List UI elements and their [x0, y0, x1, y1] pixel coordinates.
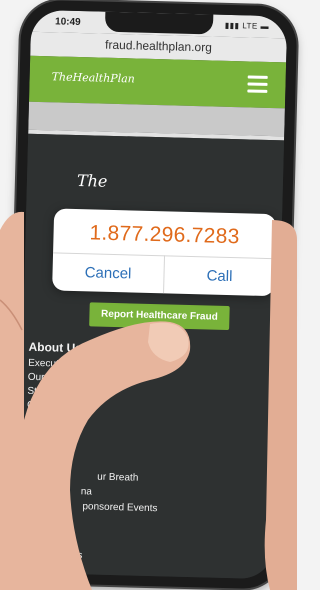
site-header: TheHealthPlan [29, 55, 287, 109]
phone-screen: 10:49 ▮▮▮ LTE ▬ fraud.healthplan.org The… [16, 9, 288, 580]
cancel-button[interactable]: Cancel [52, 253, 164, 293]
hamburger-menu-icon[interactable] [247, 75, 268, 97]
report-fraud-button[interactable]: Report Healthcare Fraud [89, 302, 230, 331]
phone-notch [104, 11, 214, 35]
signal-lte-battery-icon: ▮▮▮ LTE ▬ [225, 21, 269, 31]
footer-link[interactable]: ases [61, 550, 156, 563]
footer-links: About Us Executive Our His Strat Ca [27, 340, 82, 415]
network-label: LTE [242, 21, 258, 31]
footer-links-more: ur Breath na ponsored Events ases [23, 470, 158, 567]
footer-link[interactable]: ponsored Events [82, 501, 157, 514]
battery-icon: ▬ [257, 21, 270, 31]
footer-link[interactable]: na [81, 486, 158, 499]
call-button[interactable]: Call [164, 256, 275, 296]
footer-link[interactable]: Ca [27, 400, 81, 412]
phone-frame: 10:49 ▮▮▮ LTE ▬ fraud.healthplan.org The… [6, 0, 298, 590]
footer-link[interactable]: Executive [28, 358, 82, 370]
footer-heading-about: About Us [28, 339, 83, 356]
footer-logo: The [76, 170, 108, 191]
status-time: 10:49 [54, 16, 81, 29]
call-dialog-phone-number: 1.877.296.7283 [89, 221, 240, 249]
healthplan-logo[interactable]: TheHealthPlan [51, 70, 134, 85]
footer-link[interactable]: Our His [28, 372, 82, 384]
footer-link[interactable]: Strat [27, 386, 81, 398]
address-bar-url: fraud.healthplan.org [104, 37, 213, 55]
call-dialog: 1.877.296.7283 Cancel Call [52, 208, 277, 297]
signal-icon: ▮▮▮ [224, 20, 243, 31]
footer-link[interactable]: ur Breath [97, 472, 158, 485]
